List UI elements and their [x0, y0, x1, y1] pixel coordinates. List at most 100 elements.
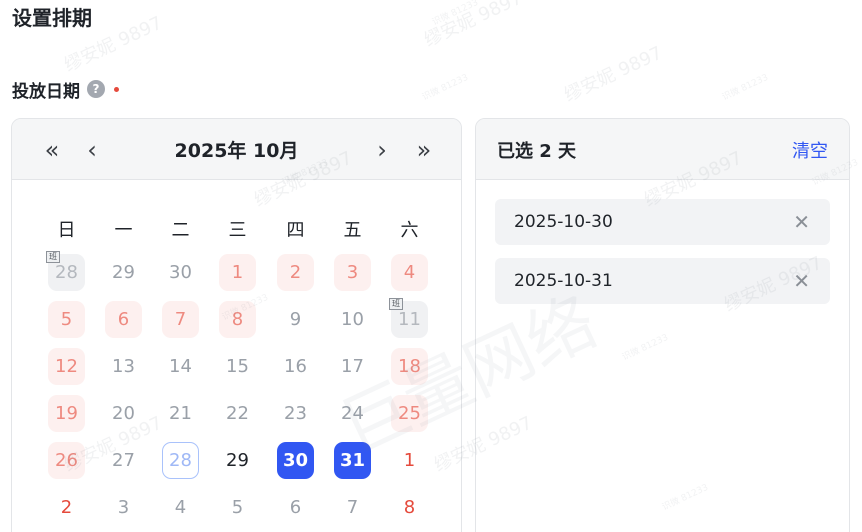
calendar-day[interactable]: 6	[267, 484, 324, 531]
calendar-day[interactable]: 5	[209, 484, 266, 531]
calendar-day[interactable]: 12	[38, 343, 95, 390]
calendar-day-number: 30	[169, 262, 192, 283]
calendar-day[interactable]: 27	[95, 437, 152, 484]
calendar-day[interactable]: 3	[324, 249, 381, 296]
calendar-day[interactable]: 9	[267, 296, 324, 343]
calendar-week-row: 5 6 7 8 9 10 11 班	[12, 296, 461, 343]
calendar-day-number: 27	[112, 450, 135, 471]
calendar-day[interactable]: 4	[152, 484, 209, 531]
calendar-day-number: 4	[391, 254, 428, 291]
help-icon[interactable]: ?	[87, 80, 105, 98]
calendar-day[interactable]: 24	[324, 390, 381, 437]
calendar-day-number: 6	[289, 497, 302, 518]
calendar-day-number: 19	[48, 395, 85, 432]
watermark-text: 缪安妮 9897	[421, 0, 526, 52]
selected-dates-panel: 已选 2 天 清空 2025-10-30 ✕ 2025-10-31 ✕	[475, 118, 850, 532]
selected-panel-header: 已选 2 天 清空	[476, 119, 849, 180]
calendar-day-number: 5	[48, 301, 85, 338]
calendar-day-number: 3	[334, 254, 371, 291]
calendar-day-number: 15	[226, 356, 249, 377]
calendar-day-number: 7	[162, 301, 199, 338]
calendar-day[interactable]: 7	[152, 296, 209, 343]
calendar-day[interactable]: 30	[267, 437, 324, 484]
watermark-code: 识微 81233	[420, 72, 470, 103]
calendar-day[interactable]: 30	[152, 249, 209, 296]
calendar-day[interactable]: 21	[152, 390, 209, 437]
calendar-day[interactable]: 28	[152, 437, 209, 484]
calendar-day[interactable]: 10	[324, 296, 381, 343]
calendar-day[interactable]: 11 班	[381, 296, 438, 343]
calendar-day[interactable]: 16	[267, 343, 324, 390]
selected-date-chip: 2025-10-31 ✕	[495, 258, 830, 304]
close-icon[interactable]: ✕	[793, 258, 810, 304]
calendar-day[interactable]: 22	[209, 390, 266, 437]
calendar-day-number: 10	[341, 309, 364, 330]
calendar-day-number: 4	[174, 497, 187, 518]
calendar-day[interactable]: 2	[267, 249, 324, 296]
watermark-text: 缪安妮 9897	[561, 42, 666, 107]
schedule-date-label: 投放日期 ?	[12, 76, 119, 102]
calendar-day-number: 22	[226, 403, 249, 424]
calendar-day[interactable]: 3	[95, 484, 152, 531]
next-year-icon[interactable]: »	[406, 119, 442, 180]
calendar-day[interactable]: 5	[38, 296, 95, 343]
calendar-day[interactable]: 13	[95, 343, 152, 390]
calendar-day-number: 1	[403, 450, 416, 471]
calendar-day-number: 20	[112, 403, 135, 424]
next-month-icon[interactable]: ›	[364, 119, 400, 180]
calendar-day[interactable]: 6	[95, 296, 152, 343]
calendar-day[interactable]: 31	[324, 437, 381, 484]
calendar-day-number: 1	[219, 254, 256, 291]
calendar-day-number: 29	[112, 262, 135, 283]
weekday-header: 四	[286, 220, 305, 241]
calendar-day[interactable]: 19	[38, 390, 95, 437]
weekday-row: 日一二三四五六	[12, 209, 461, 249]
calendar-day[interactable]: 1	[381, 437, 438, 484]
calendar-day[interactable]: 7	[324, 484, 381, 531]
page-title: 设置排期	[12, 6, 92, 30]
watermark-code: 识微 81233	[430, 0, 480, 28]
selected-count-title: 已选 2 天	[497, 140, 577, 162]
workday-badge-icon: 班	[389, 298, 403, 310]
selected-date-text: 2025-10-31	[514, 271, 613, 291]
clear-button[interactable]: 清空	[792, 119, 828, 180]
watermark-code: 识微 81233	[720, 72, 770, 103]
calendar-day-number: 31	[334, 442, 371, 479]
calendar-day-number: 25	[391, 395, 428, 432]
calendar-grid: 日一二三四五六 28 班 29 30 1 2 3 4 5 6 7 8 9 10 11 班 12 13 14 15 16 1…	[12, 209, 461, 531]
calendar-day-number: 8	[219, 301, 256, 338]
calendar-day-number: 6	[105, 301, 142, 338]
close-icon[interactable]: ✕	[793, 199, 810, 245]
calendar-day[interactable]: 2	[38, 484, 95, 531]
calendar-day[interactable]: 29	[209, 437, 266, 484]
weekday-header: 一	[114, 220, 133, 241]
calendar-day-number: 24	[341, 403, 364, 424]
calendar-day[interactable]: 25	[381, 390, 438, 437]
calendar-day[interactable]: 14	[152, 343, 209, 390]
calendar-day[interactable]: 8	[381, 484, 438, 531]
calendar-day[interactable]: 28 班	[38, 249, 95, 296]
calendar-day-number: 2	[277, 254, 314, 291]
calendar-day-number: 23	[284, 403, 307, 424]
calendar-day-number: 13	[112, 356, 135, 377]
calendar-day[interactable]: 8	[209, 296, 266, 343]
calendar-day[interactable]: 15	[209, 343, 266, 390]
calendar-day-number: 5	[231, 497, 244, 518]
field-label-text: 投放日期	[12, 81, 80, 102]
calendar-week-row: 2 3 4 5 6 7 8	[12, 484, 461, 531]
calendar-day[interactable]: 17	[324, 343, 381, 390]
calendar-day[interactable]: 20	[95, 390, 152, 437]
calendar-day[interactable]: 29	[95, 249, 152, 296]
calendar-day[interactable]: 26	[38, 437, 95, 484]
date-calendar: « ‹ 2025年 10月 › » 日一二三四五六 28 班 29 30 1 2 3 4 5 6 7…	[11, 118, 462, 532]
calendar-day[interactable]: 18	[381, 343, 438, 390]
calendar-day-number: 12	[48, 348, 85, 385]
weekday-header: 六	[400, 220, 419, 241]
calendar-day-number: 7	[346, 497, 359, 518]
calendar-day[interactable]: 4	[381, 249, 438, 296]
calendar-header: « ‹ 2025年 10月 › »	[12, 119, 461, 180]
calendar-week-row: 26 27 28 29 30 31 1	[12, 437, 461, 484]
calendar-week-row: 19 20 21 22 23 24 25	[12, 390, 461, 437]
calendar-day[interactable]: 23	[267, 390, 324, 437]
calendar-day[interactable]: 1	[209, 249, 266, 296]
